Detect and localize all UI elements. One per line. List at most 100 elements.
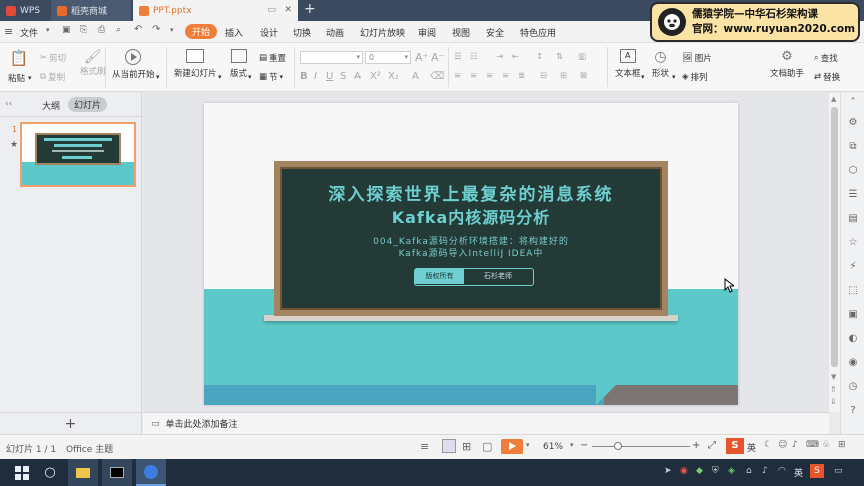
chevron-down-icon[interactable]: ▾ [570, 441, 574, 449]
duplicate-icon[interactable]: ⧉ [847, 141, 859, 153]
format-painter-button[interactable]: 🖌 格式刷 [80, 49, 106, 77]
save-icon[interactable]: ▣ [62, 25, 71, 35]
numbered-list-icon[interactable]: ☷ [470, 52, 478, 62]
notification-icon[interactable]: ▭ [834, 466, 843, 476]
zoom-slider[interactable] [592, 446, 690, 447]
cut-button[interactable]: ✂ 剪切 [40, 52, 66, 64]
superscript-icon[interactable]: X² [370, 71, 381, 82]
chevron-down-icon[interactable]: ▾ [46, 26, 50, 34]
template-icon[interactable]: ▤ [847, 213, 859, 225]
font-grow-icon[interactable]: A⁺ [415, 51, 428, 64]
window-mode-icon[interactable]: ▭ [267, 5, 276, 15]
align-right-icon[interactable]: ≡ [486, 71, 493, 81]
convert-icon[interactable]: ⊠ [580, 71, 587, 81]
next-page-icon[interactable]: ⇓ [830, 397, 837, 406]
new-tab-button[interactable]: + [304, 1, 316, 17]
redo-icon[interactable]: ↷ [152, 24, 160, 35]
export-pdf-icon[interactable]: ⎘ [80, 25, 87, 35]
shield-icon[interactable]: ⛨ [712, 466, 719, 476]
justify-icon[interactable]: ≡ [502, 71, 509, 81]
slide-design-icon[interactable]: ▣ [847, 309, 859, 321]
network-icon[interactable]: ⌂ [746, 466, 752, 476]
file-explorer-icon[interactable] [68, 459, 98, 486]
font-shrink-icon[interactable]: A⁻ [431, 51, 444, 64]
menu-animation[interactable]: 动画 [326, 26, 344, 39]
hamburger-icon[interactable]: ≡ [4, 25, 13, 38]
chevron-down-icon[interactable]: ▾ [672, 73, 676, 81]
customize-icon[interactable]: ▾ [170, 26, 174, 34]
wifi-icon[interactable]: ◠ [778, 466, 786, 476]
replace-button[interactable]: ⇄ 替换 [814, 71, 840, 83]
undo-icon[interactable]: ↶ [134, 24, 142, 35]
sogou-tray-icon[interactable]: S [810, 464, 824, 478]
mic-icon[interactable]: ♪ [792, 440, 798, 450]
send-icon[interactable]: ➤ [664, 466, 672, 476]
menu-file[interactable]: 文件 [20, 26, 38, 39]
chevron-up-icon[interactable]: ˄ [847, 97, 859, 109]
play-slideshow-button[interactable] [501, 439, 523, 454]
reset-button[interactable]: ▤ 重置 [259, 52, 286, 64]
clock-icon[interactable]: ◷ [847, 381, 859, 393]
tab-ppt-document[interactable]: PPT.pptx ✕ ▭ [133, 0, 298, 21]
chevron-down-icon[interactable]: ▾ [641, 73, 645, 81]
print-icon[interactable]: ⎙ [98, 25, 105, 35]
adjust-icon[interactable]: ☰ [847, 189, 859, 201]
tab-outline[interactable]: 大纲 [42, 99, 60, 112]
layout-button[interactable]: 版式 [230, 49, 247, 79]
bold-icon[interactable]: B [300, 71, 308, 82]
menu-transition[interactable]: 切换 [293, 26, 311, 39]
align-left-icon[interactable]: ≡ [454, 71, 461, 81]
indent-icon[interactable]: ⇥ [496, 52, 503, 62]
shadow-icon[interactable]: S [340, 71, 346, 82]
section-button[interactable]: ▦ 节 ▾ [259, 71, 283, 83]
picture-button[interactable]: 🖼 图片 [682, 52, 712, 64]
tab-slides[interactable]: 幻灯片 [68, 97, 108, 112]
italic-icon[interactable]: I [314, 71, 317, 82]
fit-window-icon[interactable]: ⤢ [708, 440, 716, 451]
emoji-icon[interactable]: ☺ [778, 440, 787, 450]
keyboard-icon[interactable]: ⌨ [806, 440, 819, 450]
start-menu-icon[interactable] [10, 459, 34, 486]
tab-docer-store[interactable]: 稻壳商城 [51, 0, 131, 21]
ime-mode[interactable]: 英 [747, 441, 756, 454]
menu-start[interactable]: 开始 [185, 24, 218, 39]
zoom-out-icon[interactable]: − [580, 440, 588, 451]
transition-icon[interactable]: ◐ [847, 333, 859, 345]
underline-icon[interactable]: U [326, 71, 333, 82]
security-icon[interactable]: ◈ [728, 466, 735, 476]
shape-button[interactable]: ◷ 形状 [652, 49, 669, 79]
notes-area[interactable]: ▭ 单击此处添加备注 [143, 412, 829, 434]
menu-insert[interactable]: 插入 [225, 26, 243, 39]
slide[interactable]: 深入探索世界上最复杂的消息系统 Kafka内核源码分析 004_Kafka源码分… [204, 103, 738, 405]
font-size-select[interactable]: 0 ▾ [365, 51, 411, 64]
menu-design[interactable]: 设计 [260, 26, 278, 39]
tray-app-icon[interactable]: ◆ [696, 466, 703, 476]
moon-icon[interactable]: ☾ [764, 440, 772, 450]
clear-format-icon[interactable]: ⌫ [430, 71, 444, 82]
scroll-thumb[interactable] [831, 107, 838, 367]
menu-review[interactable]: 审阅 [418, 26, 436, 39]
zoom-slider-knob[interactable] [614, 442, 622, 450]
menu-slideshow[interactable]: 幻灯片放映 [360, 26, 405, 39]
zoom-in-icon[interactable]: + [692, 440, 700, 451]
slide-thumbnail[interactable] [20, 122, 136, 187]
wps-taskbar-icon[interactable] [136, 459, 166, 486]
cube-icon[interactable]: ⬚ [847, 285, 859, 297]
chevron-down-icon[interactable]: ▾ [156, 73, 160, 81]
paste-label[interactable]: 粘贴 [8, 72, 25, 84]
distribute-icon[interactable]: ≣ [518, 71, 525, 81]
menu-security[interactable]: 安全 [486, 26, 504, 39]
columns-icon[interactable]: ▥ [578, 52, 586, 62]
reading-view-icon[interactable]: ▢ [482, 440, 492, 453]
shape-format-icon[interactable]: ⬡ [847, 165, 859, 177]
text-direction-icon[interactable]: ⇅ [556, 52, 563, 62]
chevron-down-icon[interactable]: ▾ [248, 73, 252, 81]
record-icon[interactable]: ◉ [847, 357, 859, 369]
tab-wps[interactable]: WPS [0, 0, 50, 21]
help-icon[interactable]: ? [847, 405, 859, 417]
align-center-icon[interactable]: ≡ [470, 71, 477, 81]
subscript-icon[interactable]: X₂ [388, 71, 399, 82]
font-color-icon[interactable]: A [412, 71, 419, 82]
settings-icon[interactable]: ⚙ [847, 117, 859, 129]
record-tray-icon[interactable]: ◉ [680, 466, 688, 476]
